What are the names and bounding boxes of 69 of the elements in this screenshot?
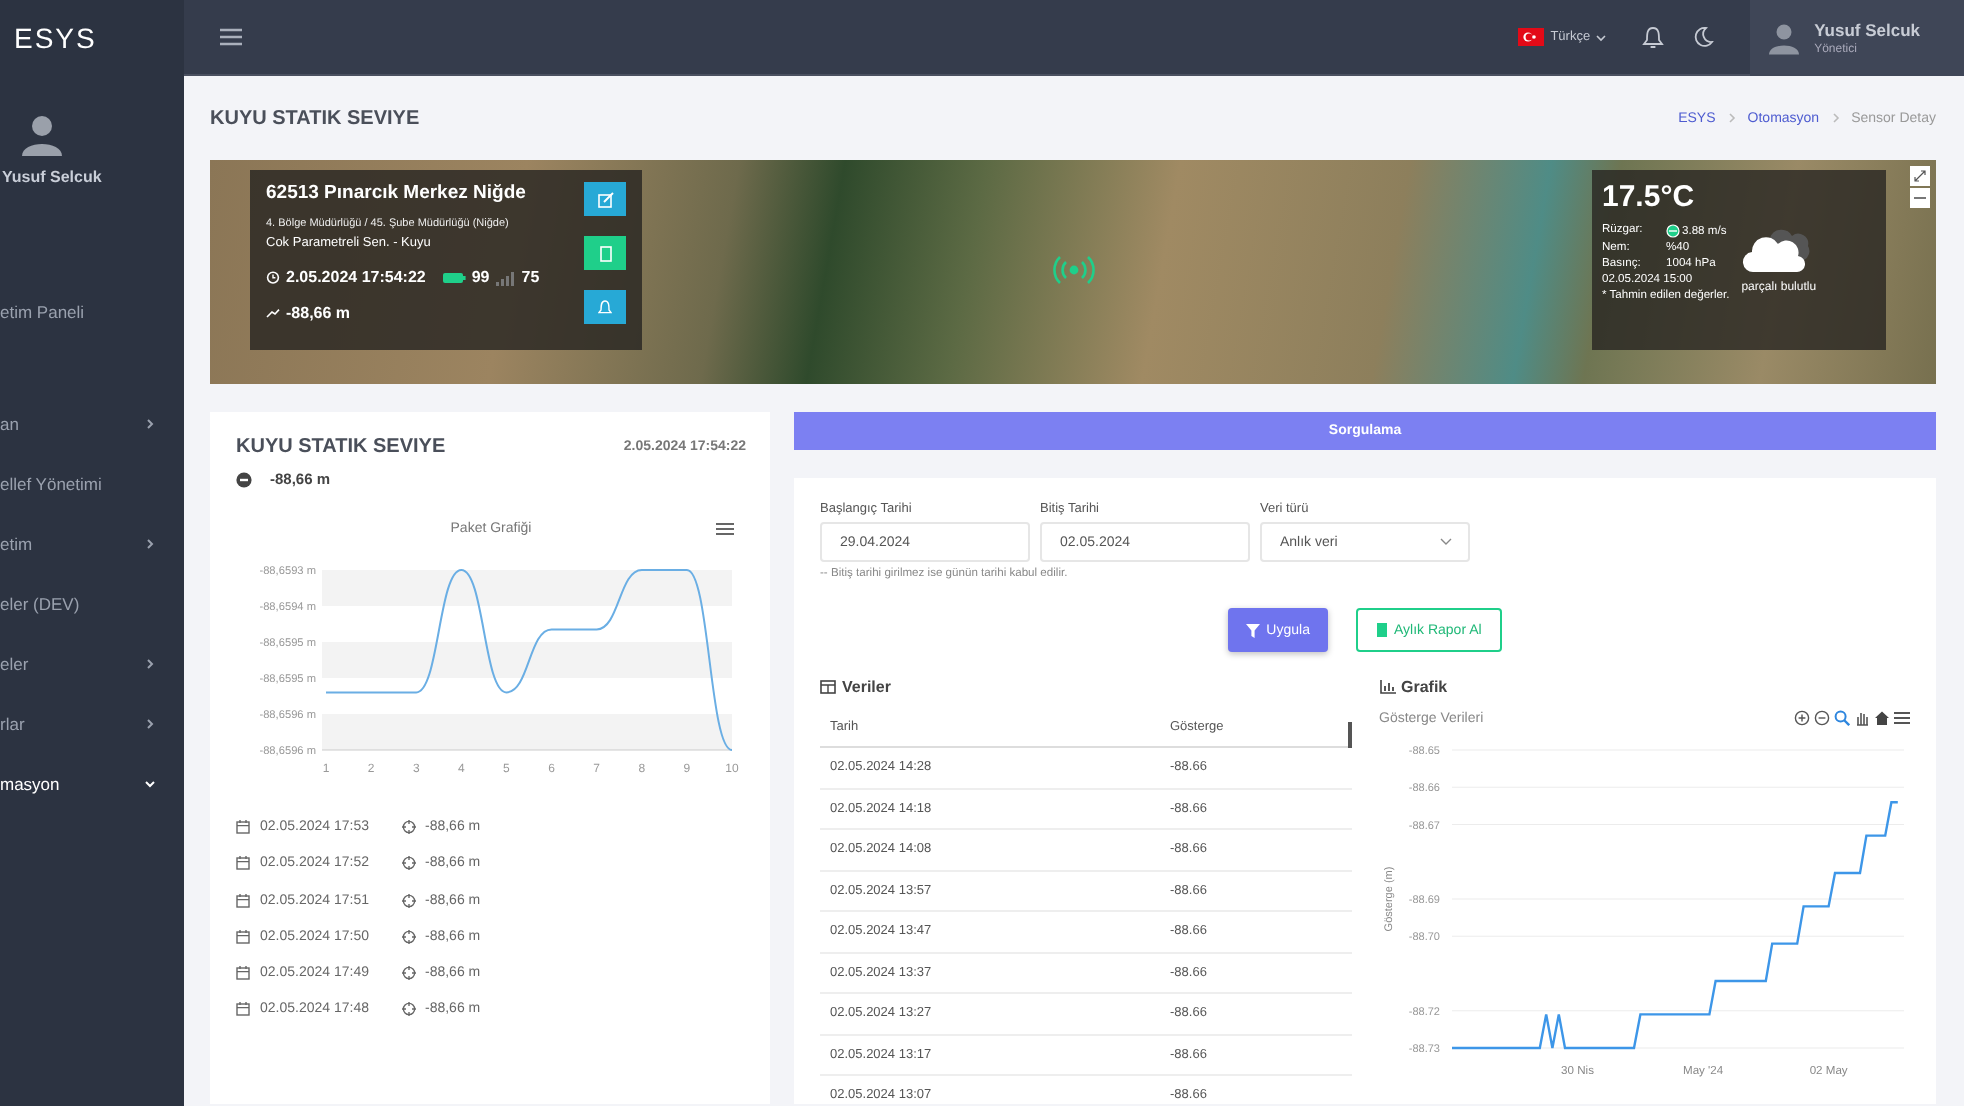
moon-icon[interactable] [1692,26,1715,48]
wind-direction-icon [1666,224,1680,238]
document-icon [1375,622,1388,638]
menu-icon[interactable] [716,522,734,536]
menu-icon[interactable] [220,28,242,46]
chart-icon [1379,680,1395,694]
sidebar-item[interactable]: etim [0,514,184,574]
antenna-icon [1049,250,1097,290]
user-name: Yusuf Selcuk [1814,19,1920,39]
card-title: KUYU STATIK SEVIYE [236,436,446,458]
zoom-in-icon[interactable] [1794,710,1810,726]
minus-circle-icon [236,471,252,487]
signal-icon [495,269,516,285]
level-reading: -88,66 m [286,304,351,322]
user-name: Yusuf Selcuk [0,168,104,186]
section-title: Grafik [1401,678,1448,696]
calendar-icon [236,893,250,908]
fullscreen-button[interactable] [1910,166,1930,186]
avatar-icon [18,110,66,158]
bell-icon [598,299,612,315]
sidebar-item[interactable]: eler [0,634,184,694]
home-icon[interactable] [1874,710,1890,726]
search-icon[interactable] [1834,710,1850,726]
calendar-icon [236,856,250,871]
sidebar-item[interactable]: an [0,394,184,454]
flag-icon [1518,28,1545,46]
scrollbar-thumb[interactable] [1347,722,1351,748]
chevron-icon [1440,538,1452,546]
target-icon [401,893,415,908]
signal-strength: 75 [521,268,540,286]
brand-logo: ESYS [12,20,99,58]
caret-icon [1596,33,1607,41]
target-icon [401,929,415,944]
target-icon [401,820,415,834]
avatar-icon [1766,19,1803,55]
expand-icon [1914,170,1926,182]
chevron-icon [1727,112,1736,124]
temperature: 17.5°C [1602,180,1697,214]
zoom-out-button[interactable] [1910,188,1930,208]
bell-icon[interactable] [1642,25,1665,49]
document-icon [599,245,611,261]
battery-level: 99 [471,268,490,286]
timestamp: 2.05.2024 17:54:22 [286,268,426,286]
station-name: 62513 Pınarcık Merkez Niğde [266,182,528,204]
target-icon [401,1002,415,1017]
trend-icon [266,308,280,318]
calendar-icon [236,820,250,834]
calendar-icon [236,929,250,944]
page-title: KUYU STATIK SEVIYE [210,107,420,129]
menu-icon[interactable] [1894,710,1910,726]
chevron-icon [1831,112,1840,124]
sidebar-item[interactable]: eler (DEV) [0,574,184,634]
edit-icon [597,191,613,207]
target-icon [401,966,415,981]
zoom-out-icon[interactable] [1814,710,1830,726]
sidebar-item[interactable]: etim Paneli [0,282,184,342]
section-title: Veriler [842,678,891,696]
target-icon [401,856,415,871]
calendar-icon [236,1002,250,1017]
calendar-icon [236,966,250,981]
sidebar-item[interactable]: masyon [0,754,184,814]
sidebar-item[interactable]: ellef Yönetimi [0,454,184,514]
battery-icon [441,271,466,283]
sidebar-item[interactable]: rlar [0,694,184,754]
cloud-icon [1742,226,1815,274]
filter-icon [1246,623,1261,637]
clock-icon [266,270,280,284]
minus-icon [1914,196,1926,200]
table-icon [820,680,836,694]
